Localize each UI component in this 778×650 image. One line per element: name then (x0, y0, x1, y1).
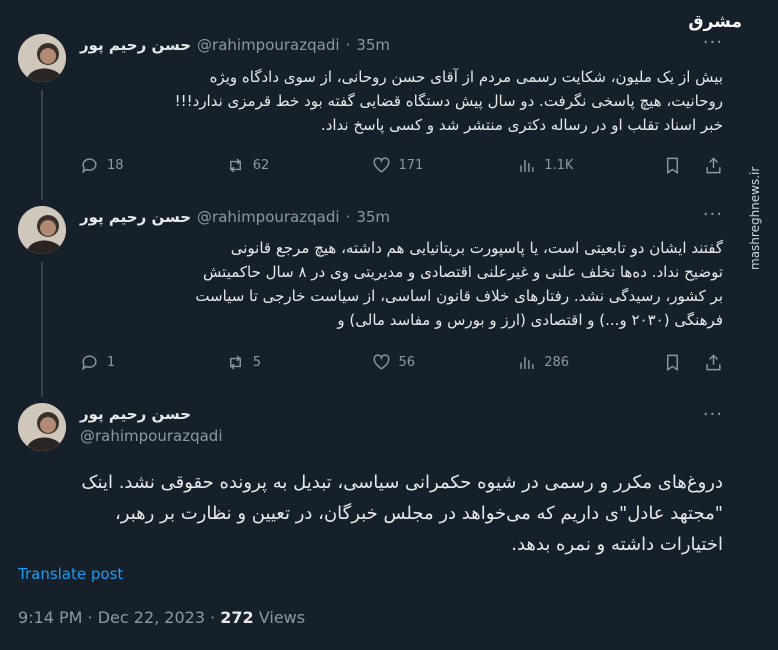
main-tweet-author: حسن رحیم پور @rahimpourazqadi (80, 405, 223, 445)
tweet-actions: 1 5 56 286 (80, 350, 723, 374)
share-icon[interactable] (704, 156, 723, 175)
tweet-line: گفتند ایشان دو تابعیتی است، یا پاسپورت ب… (230, 239, 723, 257)
view-count: 1.1K (544, 157, 574, 173)
reply-button[interactable]: 18 (80, 156, 140, 175)
bookmark-icon[interactable] (663, 156, 682, 175)
more-options-icon[interactable]: ··· (703, 404, 723, 425)
repost-button[interactable]: 62 (226, 156, 286, 175)
share-icon[interactable] (704, 353, 723, 372)
tweet-text: بیش از یک ملیون، شکایت رسمی مردم از آقای… (80, 65, 723, 137)
view-count: 286 (544, 354, 570, 370)
logo-text: مشرق (688, 12, 742, 32)
repost-count: 5 (252, 354, 262, 370)
handle[interactable]: @rahimpourazqadi (197, 36, 340, 54)
tweet-line: اختیارات داشته و نمره بدهد. (511, 534, 723, 555)
views-count: 272 (220, 608, 254, 627)
separator-dot: · (345, 36, 351, 54)
timestamp[interactable]: 35m (356, 208, 390, 226)
main-tweet-text: دروغ‌های مکرر و رسمی در شیوه حکمرانی سیا… (18, 467, 723, 560)
display-name[interactable]: حسن رحیم پور (80, 208, 191, 226)
tweet-header: حسن رحیم پور @rahimpourazqadi · 35m (80, 208, 390, 226)
tweet-line: توضیح نداد. ده‌ها تخلف علنی و غیرعلنی اق… (203, 263, 723, 281)
tweet-line: "مجتهد عادل"ی داریم که می‌خواهد در مجلس … (114, 503, 723, 524)
avatar[interactable] (18, 206, 66, 254)
analytics-icon (520, 159, 534, 172)
handle[interactable]: @rahimpourazqadi (197, 208, 340, 226)
heart-icon (373, 156, 389, 173)
thread-line (41, 262, 43, 397)
translate-post-link[interactable]: Translate post (18, 565, 123, 583)
tweet-actions: 18 62 171 1.1K (80, 153, 723, 177)
views-label: Views (253, 608, 306, 627)
tweet-line: خبر اسناد تقلب او در رساله دکتری منتشر ش… (320, 116, 723, 134)
tweet-header: حسن رحیم پور @rahimpourazqadi · 35m (80, 36, 390, 54)
display-name[interactable]: حسن رحیم پور (80, 36, 191, 54)
separator-dot: · (345, 208, 351, 226)
like-button[interactable]: 171 (372, 156, 432, 175)
analytics-icon (520, 356, 534, 369)
tweet-meta: 9:14 PM · Dec 22, 2023 · 272 Views (18, 608, 305, 627)
avatar[interactable] (18, 403, 66, 451)
more-options-icon[interactable]: ··· (703, 204, 723, 225)
tweet-line: دروغ‌های مکرر و رسمی در شیوه حکمرانی سیا… (81, 472, 723, 493)
tweet-line: بر کشور، رسیدگی نشد. رفتارهای خلاف قانون… (195, 287, 723, 305)
views-button[interactable]: 1.1K (517, 156, 577, 175)
repost-count: 62 (252, 157, 270, 173)
tweet-text: گفتند ایشان دو تابعیتی است، یا پاسپورت ب… (80, 236, 723, 332)
watermark: mashreghnews.ir (748, 166, 762, 270)
views-button[interactable]: 286 (517, 353, 577, 372)
thread-line (41, 90, 43, 200)
display-name[interactable]: حسن رحیم پور (80, 405, 223, 423)
timestamp[interactable]: 9:14 PM · Dec 22, 2023 · (18, 608, 220, 627)
reply-icon (82, 354, 97, 371)
more-options-icon[interactable]: ··· (703, 32, 723, 53)
repost-icon (229, 355, 241, 369)
tweet-line: بیش از یک ملیون، شکایت رسمی مردم از آقای… (209, 68, 723, 86)
heart-icon (373, 353, 389, 370)
reply-button[interactable]: 1 (80, 353, 140, 372)
timestamp[interactable]: 35m (356, 36, 390, 54)
avatar[interactable] (18, 34, 66, 82)
reply-count: 1 (107, 354, 116, 370)
like-count: 56 (398, 354, 416, 370)
repost-icon (229, 158, 241, 172)
tweet-line: روحانیت، هیچ پاسخی نگرفت. دو سال پیش دست… (174, 92, 723, 110)
repost-button[interactable]: 5 (226, 353, 286, 372)
reply-icon (82, 157, 97, 174)
bookmark-icon[interactable] (663, 353, 682, 372)
like-button[interactable]: 56 (372, 353, 432, 372)
like-count: 171 (398, 157, 424, 173)
reply-count: 18 (107, 157, 124, 173)
handle[interactable]: @rahimpourazqadi (80, 427, 223, 445)
tweet-line: فرهنگی (۲۰۳۰ و...) و اقتصادی (ارز و بورس… (337, 311, 723, 329)
